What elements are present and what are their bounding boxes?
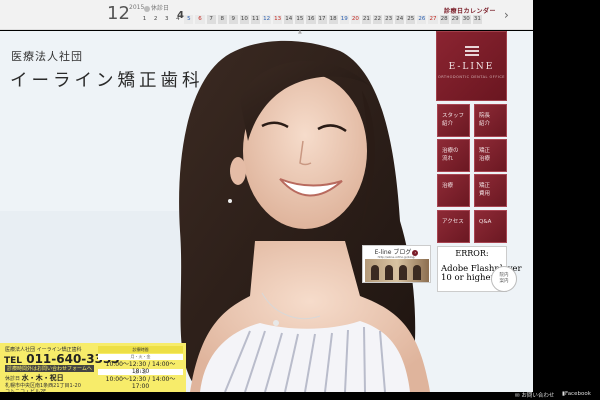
nav-button-label: 矯正 費用 [479, 183, 491, 197]
calendar-day: 20 [350, 15, 360, 24]
clinic-guide-button[interactable]: 院内 案内 [491, 266, 517, 292]
eline-logo[interactable]: E-LINE ORTHODONTIC DENTAL OFFICE [436, 31, 507, 101]
nav-button-label: アクセス [442, 219, 464, 225]
calendar-day: 25 [406, 15, 416, 24]
calendar-day: 27 [428, 15, 438, 24]
calendar-day: 14 [284, 15, 294, 24]
facebook-label: Facebook [565, 391, 591, 397]
calendar-day: 10 [239, 15, 249, 24]
calendar-title: 診療日カレンダー [444, 8, 497, 15]
nav-button-label: Q&A [479, 219, 492, 225]
calendar-day: 22 [372, 15, 383, 24]
eline-mark-icon [465, 46, 479, 57]
calendar-month: 12 [107, 3, 130, 24]
contact-label: お問い合わせ [521, 393, 555, 399]
info-closed-days: 水・木・祝日 [21, 374, 64, 382]
holiday-legend-label: 休診日 [151, 5, 170, 12]
calendar-day: 5 [184, 15, 194, 24]
calendar-day: 21 [361, 15, 371, 24]
page: 12 2015 休診日 4 1 2 3 4 5 6 7 8 9 10 11 12 13 14 15 16 17 1… [0, 0, 600, 400]
calendar-day: 31 [472, 15, 482, 24]
hours-weekend-tag: 土・日 [98, 369, 183, 375]
hours-weekend-time: 10:00〜12:30 / 14:00〜17:00 [105, 376, 176, 390]
calendar-day: 19 [339, 15, 349, 24]
nav-button-label: 矯正 治療 [479, 148, 491, 162]
calendar-bar: 12 2015 休診日 4 1 2 3 4 5 6 7 8 9 10 11 12 13 14 15 16 17 1… [0, 0, 533, 30]
calendar-day: 30 [461, 15, 471, 24]
nav-button-label: 治療 [442, 183, 454, 189]
nav-button-label: 治療の 流れ [442, 148, 459, 162]
error-title: ERROR: [455, 249, 489, 258]
nav-button-fees[interactable]: 矯正 費用 [474, 174, 507, 207]
contact-link[interactable]: ✉ お問い合わせ [515, 391, 554, 399]
calendar-day: 23 [384, 15, 394, 24]
blog-banner[interactable]: E-line ブログ › http://eline-ortho.jp/blog/ [362, 245, 431, 283]
nav-button-flow[interactable]: 治療の 流れ [437, 139, 470, 172]
calendar-day: 11 [250, 15, 261, 24]
eline-logo-sub: ORTHODONTIC DENTAL OFFICE [437, 75, 506, 79]
calendar-day: 13 [273, 15, 283, 24]
hours-weekday-tag: 月・火・金 [98, 354, 183, 360]
calendar-day: 18 [328, 15, 338, 24]
calendar-day: 9 [228, 15, 238, 24]
office-hours: 診療時間 月・火・金 10:00〜12:30 / 14:00〜18:30 土・日… [98, 346, 183, 390]
nav-button-qa[interactable]: Q&A [474, 210, 507, 243]
calendar-days: 1 2 3 4 5 6 7 8 9 10 11 12 13 14 15 16 17 18 19 20 21 22 23 24 2… [140, 15, 484, 24]
nav-button-access[interactable]: アクセス [437, 210, 470, 243]
facebook-link[interactable]: ▮Facebook [562, 391, 591, 397]
nav-button-label: 院長 紹介 [479, 113, 491, 127]
nav-button-cases[interactable]: 矯正 治療 [474, 139, 507, 172]
calendar-day: 24 [395, 15, 405, 24]
calendar-day: 3 [164, 16, 169, 22]
nav-button-label: スタッフ 紹介 [442, 113, 465, 127]
blog-thumbnail [365, 259, 429, 282]
photo-top-marker: ▲ [298, 29, 302, 35]
calendar-year: 2015 [129, 4, 145, 11]
calendar-day: 1 [142, 16, 147, 22]
calendar-day: 29 [450, 15, 460, 24]
calendar-day: 15 [295, 15, 305, 24]
calendar-day: 7 [206, 15, 216, 24]
nav-button-clinic[interactable]: 院長 紹介 [474, 104, 507, 137]
nav-button-staff[interactable]: スタッフ 紹介 [437, 104, 470, 137]
eline-logo-word: E-LINE [448, 62, 495, 72]
calendar-day: 2 [153, 16, 158, 22]
calendar-day: 28 [439, 15, 449, 24]
calendar-day: 12 [262, 15, 272, 24]
calendar-day: 26 [417, 15, 427, 24]
holiday-dot-icon [144, 5, 150, 12]
clinic-corp-label: 医療法人社団 [11, 50, 83, 63]
clinic-name[interactable]: イーライン矯正歯科 [10, 67, 204, 92]
calendar-day: 4 [176, 16, 180, 22]
nav-button-treatment[interactable]: 治療 [437, 174, 470, 207]
hours-weekday-time: 10:00〜12:30 / 14:00〜18:30 [105, 361, 176, 375]
calendar-holiday-legend: 休診日 [144, 3, 169, 12]
calendar-day: 17 [317, 15, 327, 24]
calendar-day: 6 [195, 15, 205, 24]
info-note: 診療時間外はお問い合わせフォームへ [5, 365, 94, 372]
clinic-guide-label: 院内 案内 [499, 273, 509, 284]
calendar-day: 16 [306, 15, 316, 24]
hours-header: 診療時間 [98, 346, 183, 353]
footer-bar [0, 392, 600, 400]
right-black-area [533, 0, 600, 392]
calendar-next-arrow-icon[interactable]: › [504, 8, 509, 22]
calendar-day: 8 [217, 15, 227, 24]
